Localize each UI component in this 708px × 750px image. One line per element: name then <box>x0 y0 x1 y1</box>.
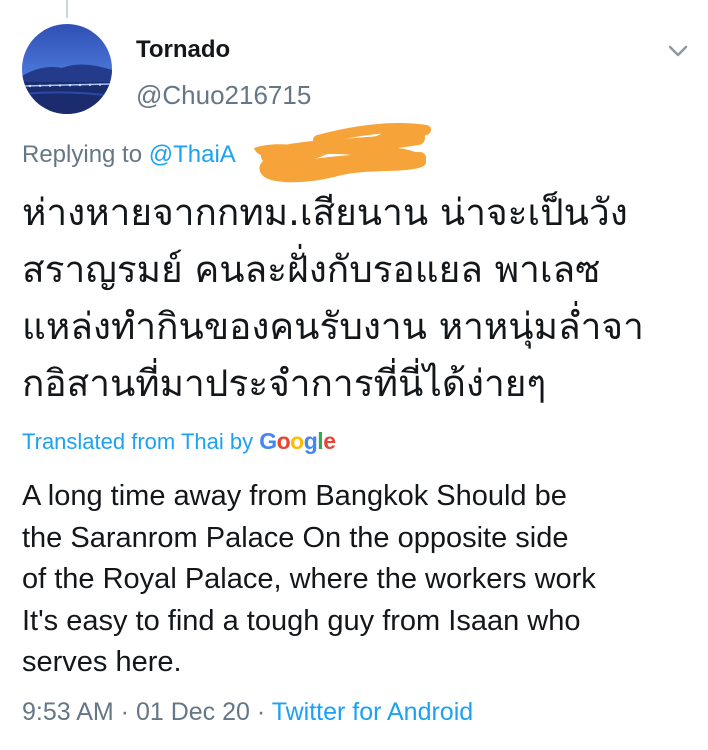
translation-line: the Saranrom Palace On the opposite side <box>22 521 569 554</box>
replying-to-line: Replying to @ThaiA <box>22 141 236 169</box>
tweet-metadata: 9:53 AM · 01 Dec 20 · Twitter for Androi… <box>22 698 473 727</box>
thread-connector-line <box>66 0 68 18</box>
thai-line: สราญรมย์ คนละฝั่งกับรอแยล พาเลซ <box>22 248 601 291</box>
redaction-scribble <box>248 118 438 193</box>
google-logo: Google <box>259 428 336 454</box>
avatar[interactable] <box>22 24 112 114</box>
translated-label: Translated from Thai by <box>22 429 260 454</box>
chevron-down-icon[interactable] <box>665 42 691 60</box>
user-handle[interactable]: @Chuo216715 <box>136 80 311 111</box>
thai-line: แหล่งทำกินของคนรับงาน หาหนุ่มล่ำจา <box>22 305 644 348</box>
thai-line: ห่างหายจากกทม.เสียนาน น่าจะเป็นวัง <box>22 191 628 234</box>
translated-from-link[interactable]: Translated from Thai by Google <box>22 428 336 455</box>
translation-line: It's easy to find a tough guy from Isaan… <box>22 604 581 637</box>
meta-separator: · <box>249 698 272 726</box>
display-name[interactable]: Tornado <box>136 36 230 64</box>
avatar-image <box>22 24 112 114</box>
meta-separator: · <box>113 698 136 726</box>
reply-mention-link[interactable]: @ThaiA <box>149 141 236 168</box>
tweet-source-link[interactable]: Twitter for Android <box>272 698 473 726</box>
translation-line: of the Royal Palace, where the workers w… <box>22 563 596 595</box>
translation-line: serves here. <box>22 646 182 678</box>
tweet-time[interactable]: 9:53 AM <box>22 698 114 726</box>
tweet-text-thai: ห่างหายจากกทม.เสียนาน น่าจะเป็นวัง สราญร… <box>22 184 692 412</box>
replying-to-label: Replying to <box>22 141 149 168</box>
tweet-date[interactable]: 01 Dec 20 <box>136 698 250 726</box>
translation-line: A long time away from Bangkok Should be <box>22 480 567 512</box>
tweet-translation: A long time away from Bangkok Should be … <box>22 476 692 684</box>
thai-line: กอิสานที่มาประจำการที่นี่ได้ง่ายๆ <box>22 362 547 405</box>
